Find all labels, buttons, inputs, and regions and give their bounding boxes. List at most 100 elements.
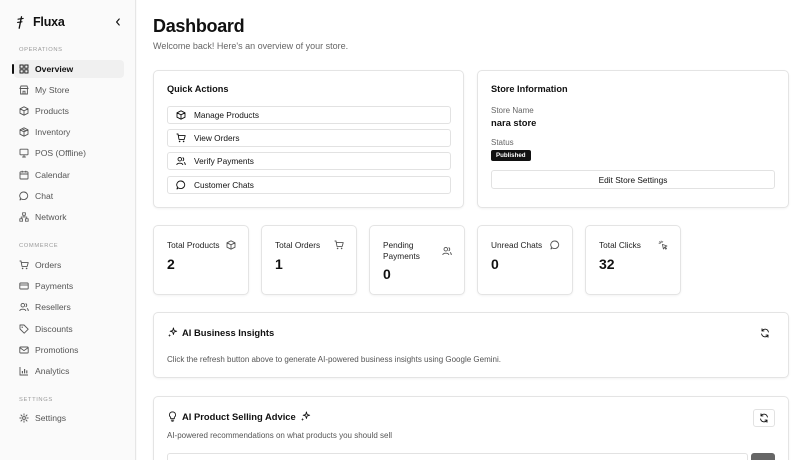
sidebar-item-label: Calendar [35,170,70,180]
button-label: Manage Products [194,110,260,120]
ai-advice-title-text: AI Product Selling Advice [182,411,296,422]
sidebar-item-label: Settings [35,413,67,423]
ai-insights-title: AI Business Insights [167,327,274,338]
sidebar-item-label: POS (Offline) [35,148,86,158]
verify-payments-button[interactable]: Verify Payments [167,152,451,170]
brand: Fluxa [14,14,124,30]
chart-icon [19,367,28,376]
stat-value: 32 [599,256,615,272]
section-label-commerce: Commerce [19,243,59,249]
ai-advice-text: AI-powered recommendations on what produ… [167,431,393,440]
refresh-insights-button[interactable] [754,324,776,342]
sidebar-item-label: Analytics [35,366,70,376]
cart-icon [176,133,186,143]
store-name-label: Store Name [491,106,534,115]
stat-card-total-products: Total Products 2 [153,225,249,295]
sidebar-item-label: Orders [35,260,62,270]
stat-card-pending-payments: Pending Payments 0 [369,225,465,295]
ai-insights-text: Click the refresh button above to genera… [167,355,501,364]
advice-submit-button[interactable] [751,453,775,460]
stat-value: 0 [383,266,391,282]
sidebar-item-discounts[interactable]: Discounts [14,320,124,338]
store-information-card: Store Information Store Name nara store … [477,70,789,208]
sparkles-icon [167,327,178,338]
cursor-click-icon [658,240,668,250]
ai-business-insights-card: AI Business Insights Click the refresh b… [153,312,789,378]
chat-icon [550,240,560,250]
sidebar-item-label: Promotions [35,345,79,355]
users-icon [19,302,29,312]
sidebar-item-settings[interactable]: Settings [14,409,124,427]
sidebar-item-label: Network [35,212,67,222]
sidebar-item-network[interactable]: Network [14,208,124,226]
sidebar-item-analytics[interactable]: Analytics [14,362,124,380]
stat-card-total-orders: Total Orders 1 [261,225,357,295]
sidebar-item-label: My Store [35,85,70,95]
sidebar: Fluxa Operations Overview My Store Produ… [0,0,136,460]
status-label: Status [491,138,514,147]
tag-icon [19,324,29,334]
gear-icon [19,413,29,423]
section-label-operations: Operations [19,47,63,53]
sidebar-item-resellers[interactable]: Resellers [14,298,124,316]
grid-icon [19,64,29,74]
sidebar-item-label: Products [35,106,69,116]
sidebar-item-label: Overview [35,64,74,74]
sparkles-icon [300,411,310,422]
package-icon [19,106,29,116]
main-content: Dashboard Welcome back! Here's an overvi… [137,0,806,460]
sidebar-item-orders[interactable]: Orders [14,256,124,274]
stat-value: 0 [491,256,499,272]
ai-advice-title: AI Product Selling Advice [167,411,311,422]
calendar-icon [19,170,29,180]
edit-store-settings-button[interactable]: Edit Store Settings [491,170,775,189]
sidebar-item-inventory[interactable]: Inventory [14,123,124,141]
brand-name: Fluxa [33,15,65,29]
box-icon [19,127,29,137]
package-icon [226,240,236,250]
refresh-advice-button[interactable] [753,409,775,427]
users-icon [176,156,186,166]
users-icon [442,246,452,256]
monitor-icon [19,148,29,158]
network-icon [19,212,29,222]
sidebar-item-products[interactable]: Products [14,102,124,120]
view-orders-button[interactable]: View Orders [167,129,451,147]
sidebar-item-pos[interactable]: POS (Offline) [14,144,124,162]
customer-chats-button[interactable]: Customer Chats [167,176,451,194]
chevron-left-icon[interactable] [112,16,124,28]
status-badge: Published [491,150,531,161]
refresh-icon [761,328,769,338]
stat-label: Total Products [167,240,220,250]
button-label: Verify Payments [194,156,254,166]
fluxa-logo-icon [14,15,26,29]
sidebar-item-promotions[interactable]: Promotions [14,341,124,359]
sidebar-item-label: Payments [35,281,74,291]
credit-card-icon [19,282,29,290]
store-information-title: Store Information [491,84,568,94]
button-label: Customer Chats [194,180,254,190]
stat-label: Total Orders [275,240,321,250]
chat-icon [19,191,29,201]
manage-products-button[interactable]: Manage Products [167,106,451,124]
stat-value: 2 [167,256,175,272]
stat-card-unread-chats: Unread Chats 0 [477,225,573,295]
page-subtitle: Welcome back! Here's an overview of your… [153,41,349,51]
button-label: View Orders [194,133,240,143]
sidebar-item-calendar[interactable]: Calendar [14,166,124,184]
stat-label: Unread Chats [491,240,543,250]
sidebar-item-label: Chat [35,191,54,201]
sidebar-item-chat[interactable]: Chat [14,187,124,205]
chat-icon [176,180,186,190]
page-title: Dashboard [153,16,245,36]
sidebar-item-my-store[interactable]: My Store [14,81,124,99]
advice-input[interactable] [167,453,748,460]
sidebar-item-overview[interactable]: Overview [12,60,124,78]
stat-label: Pending Payments [383,240,420,261]
store-icon [19,85,29,95]
sidebar-item-payments[interactable]: Payments [14,277,124,295]
section-label-settings: Settings [19,397,53,403]
ai-product-advice-card: AI Product Selling Advice AI-powered rec… [153,396,789,460]
quick-actions-title: Quick Actions [167,84,229,94]
cart-icon [19,260,29,270]
